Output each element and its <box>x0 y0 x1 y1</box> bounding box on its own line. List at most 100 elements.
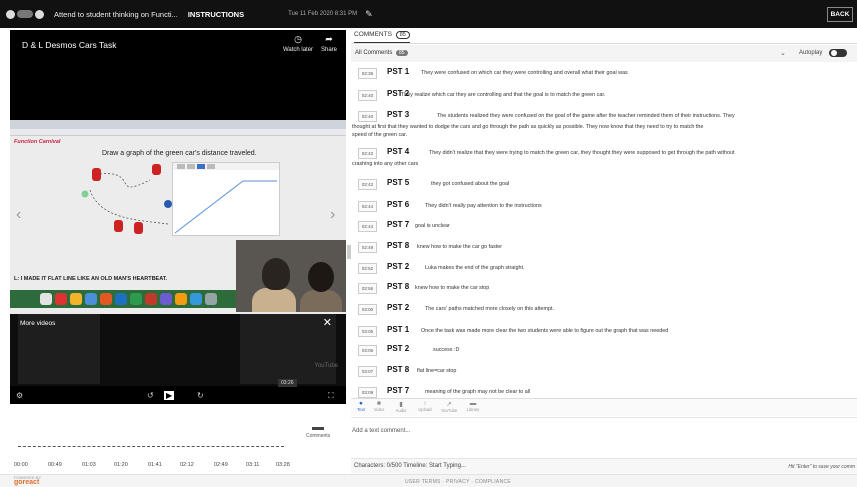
comment-timestamp[interactable]: 03:05 <box>358 326 377 337</box>
comment-timestamp[interactable]: 03:06 <box>358 345 377 356</box>
text-comment-tab[interactable]: ● Text <box>351 400 371 412</box>
youtube-icon: ↗ <box>446 401 452 408</box>
play-icon[interactable]: ▶ <box>164 391 175 400</box>
watch-later-button[interactable]: ◷ Watch later <box>280 34 316 53</box>
goreact-logo[interactable]: goreact <box>14 479 39 486</box>
previous-arrow-icon[interactable]: ‹ <box>16 206 21 224</box>
distance-graph[interactable] <box>172 162 280 236</box>
upload-icon: ↑ <box>423 400 427 407</box>
upload-comment-tab[interactable]: ↑ Upload <box>415 400 435 412</box>
settings-icon[interactable]: ⚙ <box>16 391 23 400</box>
more-videos-label: More videos <box>20 320 56 327</box>
prev-icon[interactable] <box>6 9 15 19</box>
video-player[interactable]: D & L Desmos Cars Task ◷ Watch later ➦ S… <box>10 30 346 395</box>
comments-marker-icon <box>312 427 324 430</box>
timeline-tick: 02:12 <box>180 462 194 468</box>
comments-panel: COMMENTS 85 All Comments 85 ⌄ Autoplay 0… <box>351 28 857 474</box>
app-icon <box>115 293 127 305</box>
comment-timestamp[interactable]: 02:36 <box>358 68 377 79</box>
comment-text: The students realized they were confused… <box>437 113 735 119</box>
toggle-icon[interactable] <box>17 10 33 18</box>
comment-timeline[interactable]: Comments <box>10 406 345 458</box>
rewind-icon[interactable]: ↺ <box>147 391 154 400</box>
comment-timestamp[interactable]: 02:42 <box>358 148 377 159</box>
forward-icon[interactable]: ↻ <box>197 391 204 400</box>
clock-icon: ◷ <box>294 34 302 44</box>
comment-author: PST 1 <box>387 67 410 76</box>
tab-comments-count: 85 <box>395 31 410 39</box>
top-bar: Attend to student thinking on Functi... … <box>0 0 857 28</box>
comment-timestamp[interactable]: 02:52 <box>358 263 377 274</box>
comment-timestamp[interactable]: 02:42 <box>358 179 377 190</box>
footer-links[interactable]: USER TERMS · PRIVACY · COMPLIANCE <box>405 479 511 485</box>
all-comments-label: All Comments <box>355 50 393 56</box>
student-1 <box>252 288 296 312</box>
panel-tabs: COMMENTS 85 <box>351 28 857 44</box>
comment-timestamp[interactable]: 02:44 <box>358 201 377 212</box>
app-icon <box>145 293 157 305</box>
link-icon[interactable]: ✎ <box>365 9 373 20</box>
timeline-ticks: 00:00 00:49 01:03 01:20 01:41 02:12 02:49 03:11… <box>10 462 345 472</box>
library-tab-label: Library <box>466 407 480 412</box>
more-video-thumbnail[interactable] <box>240 314 336 384</box>
comment-author: PST 2 <box>387 303 410 312</box>
car-red-3 <box>114 220 123 232</box>
comment-text: They realize which car they are controll… <box>401 92 606 98</box>
car-red-1 <box>92 168 101 181</box>
comment-timestamp[interactable]: 03:00 <box>358 304 377 315</box>
comment-markers <box>18 446 284 454</box>
app-icon <box>130 293 142 305</box>
comment-timestamp[interactable]: 02:56 <box>358 283 377 294</box>
timeline-tick: 02:49 <box>214 462 228 468</box>
back-button[interactable]: BACK <box>827 7 853 22</box>
youtube-logo[interactable]: YouTube <box>314 363 338 369</box>
embedded-url-bar <box>10 129 346 136</box>
comment-timestamp[interactable]: 02:40 <box>358 111 377 122</box>
timeline-tick: 03:28 <box>276 462 290 468</box>
window-controls[interactable] <box>6 9 44 19</box>
comment-author: PST 1 <box>387 325 410 334</box>
student-1-head <box>262 258 290 290</box>
student-2 <box>300 290 342 312</box>
comment-text: flat line=car stop <box>417 368 457 374</box>
share-label: Share <box>320 47 337 53</box>
footer: POWERED BY goreact USER TERMS · PRIVACY … <box>0 474 857 487</box>
timeline-tick: 03:11 <box>246 462 260 468</box>
all-comments-filter[interactable]: All Comments 85 <box>355 50 408 56</box>
comment-timestamp[interactable]: 02:44 <box>358 221 377 232</box>
video-header: D & L Desmos Cars Task ◷ Watch later ➦ S… <box>10 30 346 64</box>
library-comment-tab[interactable]: ▬ Library <box>463 400 483 412</box>
video-tab-label: Video <box>373 407 385 412</box>
comment-type-toolbar: ● Text ■ Video ▮ Audio ↑ Upload ↗ YouTube ▬ Li… <box>351 398 857 416</box>
comment-author: PST 3 <box>387 110 410 119</box>
comment-input[interactable]: Add a text comment... <box>351 417 857 457</box>
tab-comments[interactable]: COMMENTS 85 <box>354 31 410 43</box>
fullscreen-icon[interactable]: ⛶ <box>328 391 334 401</box>
comment-timestamp[interactable]: 03:09 <box>358 387 377 398</box>
comment-timestamp[interactable]: 02:40 <box>358 90 377 101</box>
camera-icon: ■ <box>377 400 381 407</box>
next-arrow-icon[interactable]: › <box>330 206 335 224</box>
video-comment-tab[interactable]: ■ Video <box>369 400 389 412</box>
comment-text: success :D <box>433 347 460 353</box>
folder-icon: ▬ <box>469 400 477 407</box>
embedded-brand: Function Carnival <box>14 139 61 145</box>
student-2-head <box>308 262 334 292</box>
next-icon[interactable] <box>35 9 44 19</box>
comment-list: 02:36 PST 1 They were confused on which ca… <box>351 63 857 423</box>
youtube-comment-tab[interactable]: ↗ YouTube <box>439 400 459 413</box>
instructions-link[interactable]: INSTRUCTIONS <box>188 10 244 19</box>
audio-comment-tab[interactable]: ▮ Audio <box>391 400 411 413</box>
comment-text: Once the task was made more clear the tw… <box>421 328 669 334</box>
comments-label: Comments <box>306 433 331 439</box>
comment-author: PST 6 <box>387 200 410 209</box>
comment-text-continued: speed of the green car. <box>352 132 408 138</box>
close-icon[interactable]: ✕ <box>323 316 332 329</box>
comment-timestamp[interactable]: 02:49 <box>358 242 377 253</box>
autoplay-toggle[interactable] <box>829 49 847 57</box>
chevron-down-icon[interactable]: ⌄ <box>780 49 786 57</box>
comment-timestamp[interactable]: 03:07 <box>358 366 377 377</box>
app-icon <box>70 293 82 305</box>
share-button[interactable]: ➦ Share <box>316 34 342 53</box>
app-icon <box>55 293 67 305</box>
